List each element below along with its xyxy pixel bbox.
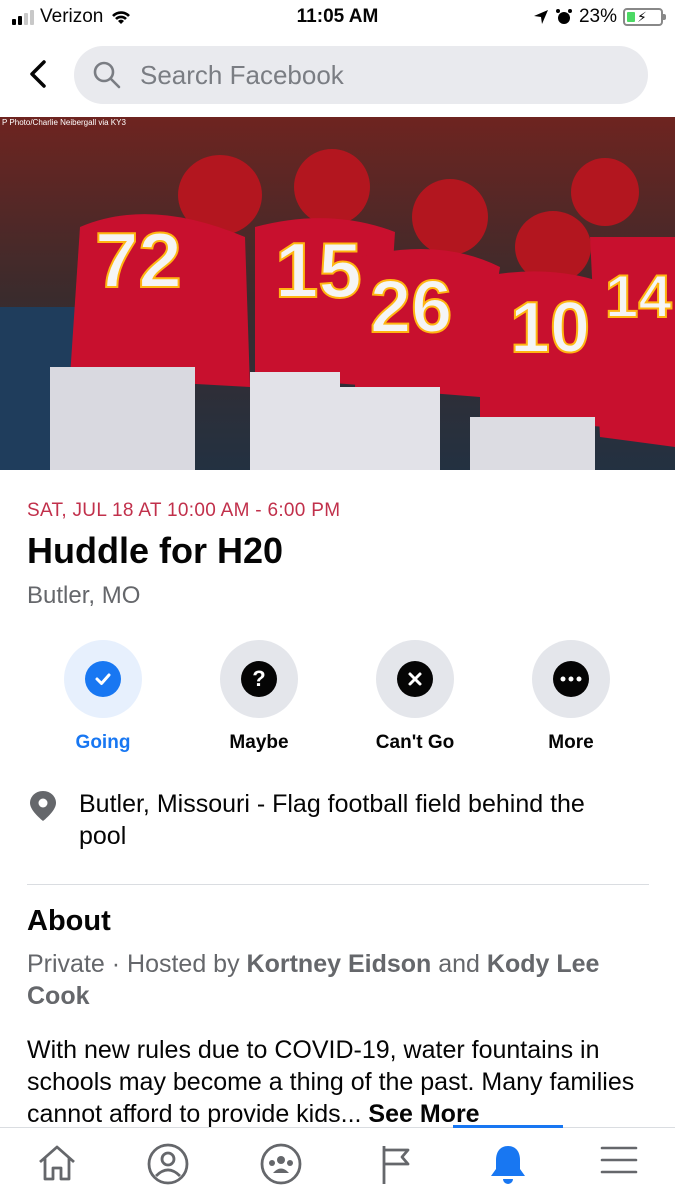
battery-icon: ⚡	[623, 8, 666, 26]
going-label: Going	[75, 732, 131, 753]
cant-go-button[interactable]: Can't Go	[345, 640, 485, 754]
more-label: More	[548, 732, 594, 753]
event-cover-photo[interactable]: 72 15 26 10 14 P Photo/Charlie Neibergal…	[0, 117, 675, 470]
home-tab[interactable]	[32, 1142, 82, 1186]
search-placeholder: Search Facebook	[140, 60, 344, 90]
maybe-button[interactable]: ? Maybe	[189, 640, 329, 754]
svg-text:10: 10	[510, 288, 590, 368]
search-header: Search Facebook	[0, 44, 675, 106]
cant-go-label: Can't Go	[375, 732, 455, 753]
location-text: Butler, Missouri - Flag football field b…	[79, 790, 585, 850]
home-icon	[39, 1145, 75, 1181]
x-icon	[397, 661, 433, 697]
football-huddle-image: 72 15 26 10 14	[0, 117, 675, 470]
maybe-label: Maybe	[229, 732, 289, 753]
check-icon	[85, 661, 121, 697]
notifications-icon	[491, 1146, 525, 1184]
back-arrow-icon[interactable]	[24, 56, 54, 92]
hosted-by: Private · Hosted by Kortney Eidson and K…	[27, 950, 600, 1010]
description-text: With new rules due to COVID-19, water fo…	[27, 1036, 635, 1128]
event-city[interactable]: Butler, MO	[27, 582, 140, 610]
host-link[interactable]: Kortney Eidson	[247, 950, 432, 978]
search-icon	[93, 61, 121, 89]
event-title: Huddle for H20	[27, 530, 284, 571]
event-description: With new rules due to COVID-19, water fo…	[27, 1034, 657, 1130]
more-button[interactable]: More	[501, 640, 641, 754]
profile-tab[interactable]	[143, 1142, 193, 1186]
privacy-label: Private	[27, 950, 105, 978]
svg-text:26: 26	[370, 265, 452, 348]
battery-percent: 23%	[578, 6, 617, 27]
notifications-tab[interactable]	[453, 1125, 563, 1186]
location-arrow-icon	[533, 10, 548, 24]
search-input[interactable]: Search Facebook	[74, 46, 648, 104]
divider	[27, 884, 649, 885]
pages-tab[interactable]	[370, 1142, 420, 1186]
groups-icon	[260, 1143, 302, 1185]
rsvp-actions: Going ? Maybe Can't Go More	[0, 640, 675, 760]
svg-text:14: 14	[605, 263, 672, 330]
groups-tab[interactable]	[256, 1142, 306, 1186]
bottom-tab-bar	[0, 1125, 675, 1201]
going-button[interactable]: Going	[33, 640, 173, 754]
svg-text:15: 15	[275, 226, 362, 314]
about-heading: About	[27, 905, 111, 937]
ellipsis-icon	[553, 661, 589, 697]
see-more-link[interactable]: See More	[368, 1100, 479, 1128]
pages-icon	[382, 1146, 410, 1184]
status-right: 23% ⚡	[533, 6, 666, 28]
location-pin-icon	[30, 791, 56, 821]
svg-text:72: 72	[95, 216, 182, 304]
profile-icon	[147, 1143, 189, 1185]
event-date: SAT, JUL 18 AT 10:00 AM - 6:00 PM	[27, 500, 341, 521]
menu-tab[interactable]	[594, 1142, 644, 1186]
alarm-icon	[555, 9, 572, 24]
question-icon: ?	[241, 661, 277, 697]
status-bar: Verizon 11:05 AM 23% ⚡	[0, 0, 675, 36]
photo-credit: P Photo/Charlie Neibergall via KY3	[2, 118, 126, 127]
menu-icon	[600, 1146, 638, 1174]
